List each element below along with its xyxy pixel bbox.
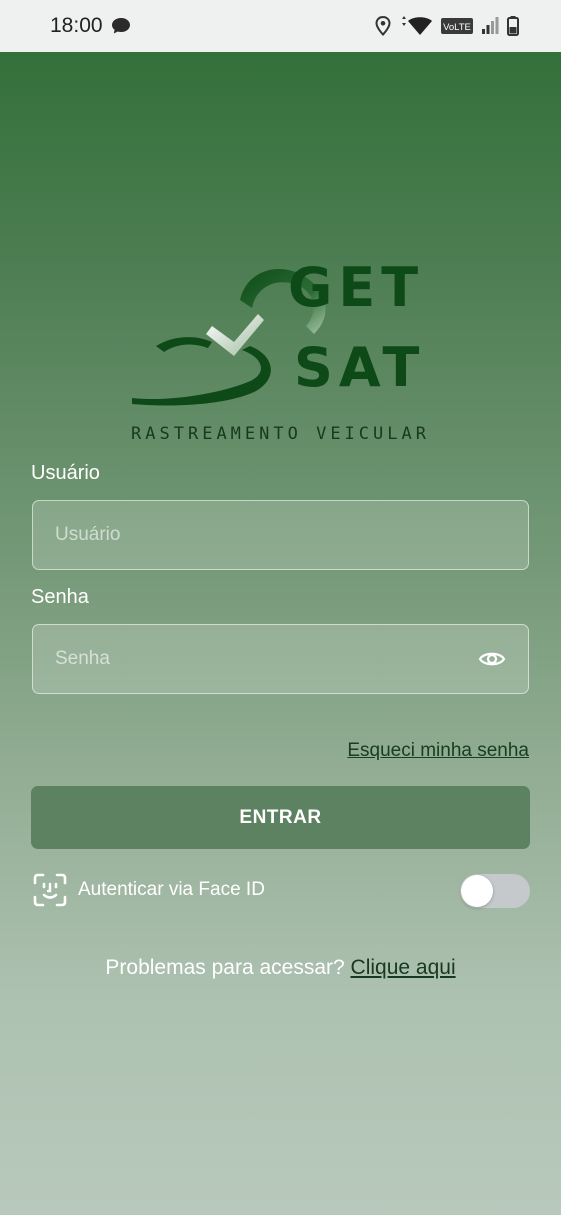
status-bar: 18:00 VoLTE bbox=[0, 0, 561, 52]
volte-icon: VoLTE bbox=[441, 18, 473, 34]
username-input[interactable] bbox=[55, 524, 506, 546]
status-right: VoLTE bbox=[375, 16, 519, 36]
forgot-password-link[interactable]: Esqueci minha senha bbox=[347, 740, 529, 762]
signal-icon bbox=[482, 17, 499, 34]
password-field[interactable] bbox=[32, 624, 529, 694]
login-button[interactable]: ENTRAR bbox=[31, 786, 530, 849]
svg-text:VoLTE: VoLTE bbox=[443, 22, 471, 33]
toggle-knob bbox=[461, 875, 493, 907]
faceid-row: Autenticar via Face ID bbox=[32, 872, 265, 908]
faceid-toggle[interactable] bbox=[460, 874, 530, 908]
eye-icon[interactable] bbox=[478, 645, 506, 673]
username-label: Usuário bbox=[31, 462, 100, 484]
tagline: RASTREAMENTO VEICULAR bbox=[131, 424, 430, 444]
password-input[interactable] bbox=[55, 648, 478, 670]
svg-text:GET: GET bbox=[288, 256, 424, 319]
wifi-icon bbox=[402, 16, 432, 35]
username-field[interactable] bbox=[32, 500, 529, 570]
getsat-logo: GET SAT bbox=[132, 256, 425, 406]
login-screen: GET SAT RASTREAMENTO VEICULAR Usuário Se… bbox=[0, 52, 561, 1215]
password-label: Senha bbox=[31, 586, 89, 608]
status-time: 18:00 bbox=[50, 14, 103, 37]
help-link[interactable]: Clique aqui bbox=[351, 956, 456, 979]
face-id-icon bbox=[33, 873, 67, 907]
faceid-label: Autenticar via Face ID bbox=[78, 879, 265, 900]
problems-text: Problemas para acessar? bbox=[105, 956, 345, 979]
chat-bubble-icon bbox=[111, 18, 130, 34]
svg-text:SAT: SAT bbox=[294, 336, 425, 399]
location-pin-icon bbox=[375, 16, 391, 36]
help-row: Problemas para acessar? Clique aqui bbox=[0, 956, 561, 980]
status-left: 18:00 bbox=[50, 14, 131, 38]
battery-icon bbox=[507, 16, 519, 36]
